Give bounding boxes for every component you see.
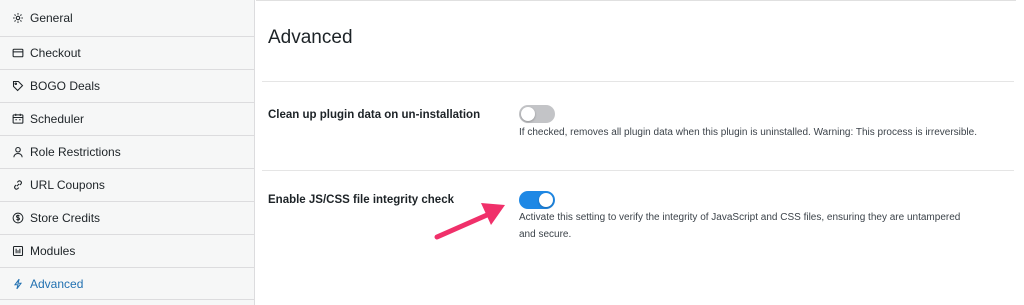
lightning-icon: [11, 277, 24, 290]
cleanup-toggle[interactable]: [519, 105, 555, 123]
sidebar-item-general[interactable]: General: [0, 0, 254, 37]
settings-sidebar: General Checkout BOGO Deals Scheduler Ro…: [0, 0, 255, 305]
setting-label-cleanup: Clean up plugin data on un-installation: [268, 109, 481, 121]
page-title: Advanced: [268, 27, 353, 48]
user-icon: [11, 146, 24, 159]
sidebar-item-label: Store Credits: [30, 211, 101, 225]
sidebar-item-label: General: [30, 11, 73, 25]
sidebar-item-label: Role Restrictions: [30, 145, 121, 159]
sidebar-item-advanced[interactable]: Advanced: [0, 268, 254, 300]
setting-description-integrity-line1: Activate this setting to verify the inte…: [519, 212, 961, 223]
setting-description-cleanup: If checked, removes all plugin data when…: [519, 127, 977, 138]
sidebar-item-bogo-deals[interactable]: BOGO Deals: [0, 70, 254, 103]
integrity-check-toggle[interactable]: [519, 191, 555, 209]
setting-description-integrity-line2: and secure.: [519, 229, 572, 240]
sidebar-item-label: BOGO Deals: [30, 79, 101, 93]
sidebar-item-checkout[interactable]: Checkout: [0, 37, 254, 70]
sidebar-item-label: Advanced: [30, 276, 84, 291]
main-content: Advanced Clean up plugin data on un-inst…: [256, 0, 1016, 305]
annotation-arrow-icon: [434, 203, 505, 240]
tag-icon: [11, 80, 24, 93]
section-divider: [262, 81, 1014, 82]
credit-card-icon: [11, 47, 24, 60]
toggle-knob: [539, 193, 553, 207]
calendar-icon: [11, 113, 24, 126]
sidebar-item-scheduler[interactable]: Scheduler: [0, 103, 254, 136]
sidebar-item-url-coupons[interactable]: URL Coupons: [0, 169, 254, 202]
modules-icon: [11, 245, 24, 258]
sidebar-item-label: Checkout: [30, 46, 81, 60]
section-divider: [262, 170, 1014, 171]
sidebar-item-modules[interactable]: Modules: [0, 235, 254, 268]
sidebar-item-label: Scheduler: [30, 112, 85, 126]
link-icon: [11, 179, 24, 192]
sidebar-item-role-restrictions[interactable]: Role Restrictions: [0, 136, 254, 169]
dollar-coin-icon: [11, 212, 24, 225]
sidebar-item-label: URL Coupons: [30, 178, 105, 192]
sidebar-item-label: Modules: [30, 244, 76, 258]
toggle-knob: [521, 107, 535, 121]
gear-icon: [11, 12, 24, 25]
sidebar-item-store-credits[interactable]: Store Credits: [0, 202, 254, 235]
